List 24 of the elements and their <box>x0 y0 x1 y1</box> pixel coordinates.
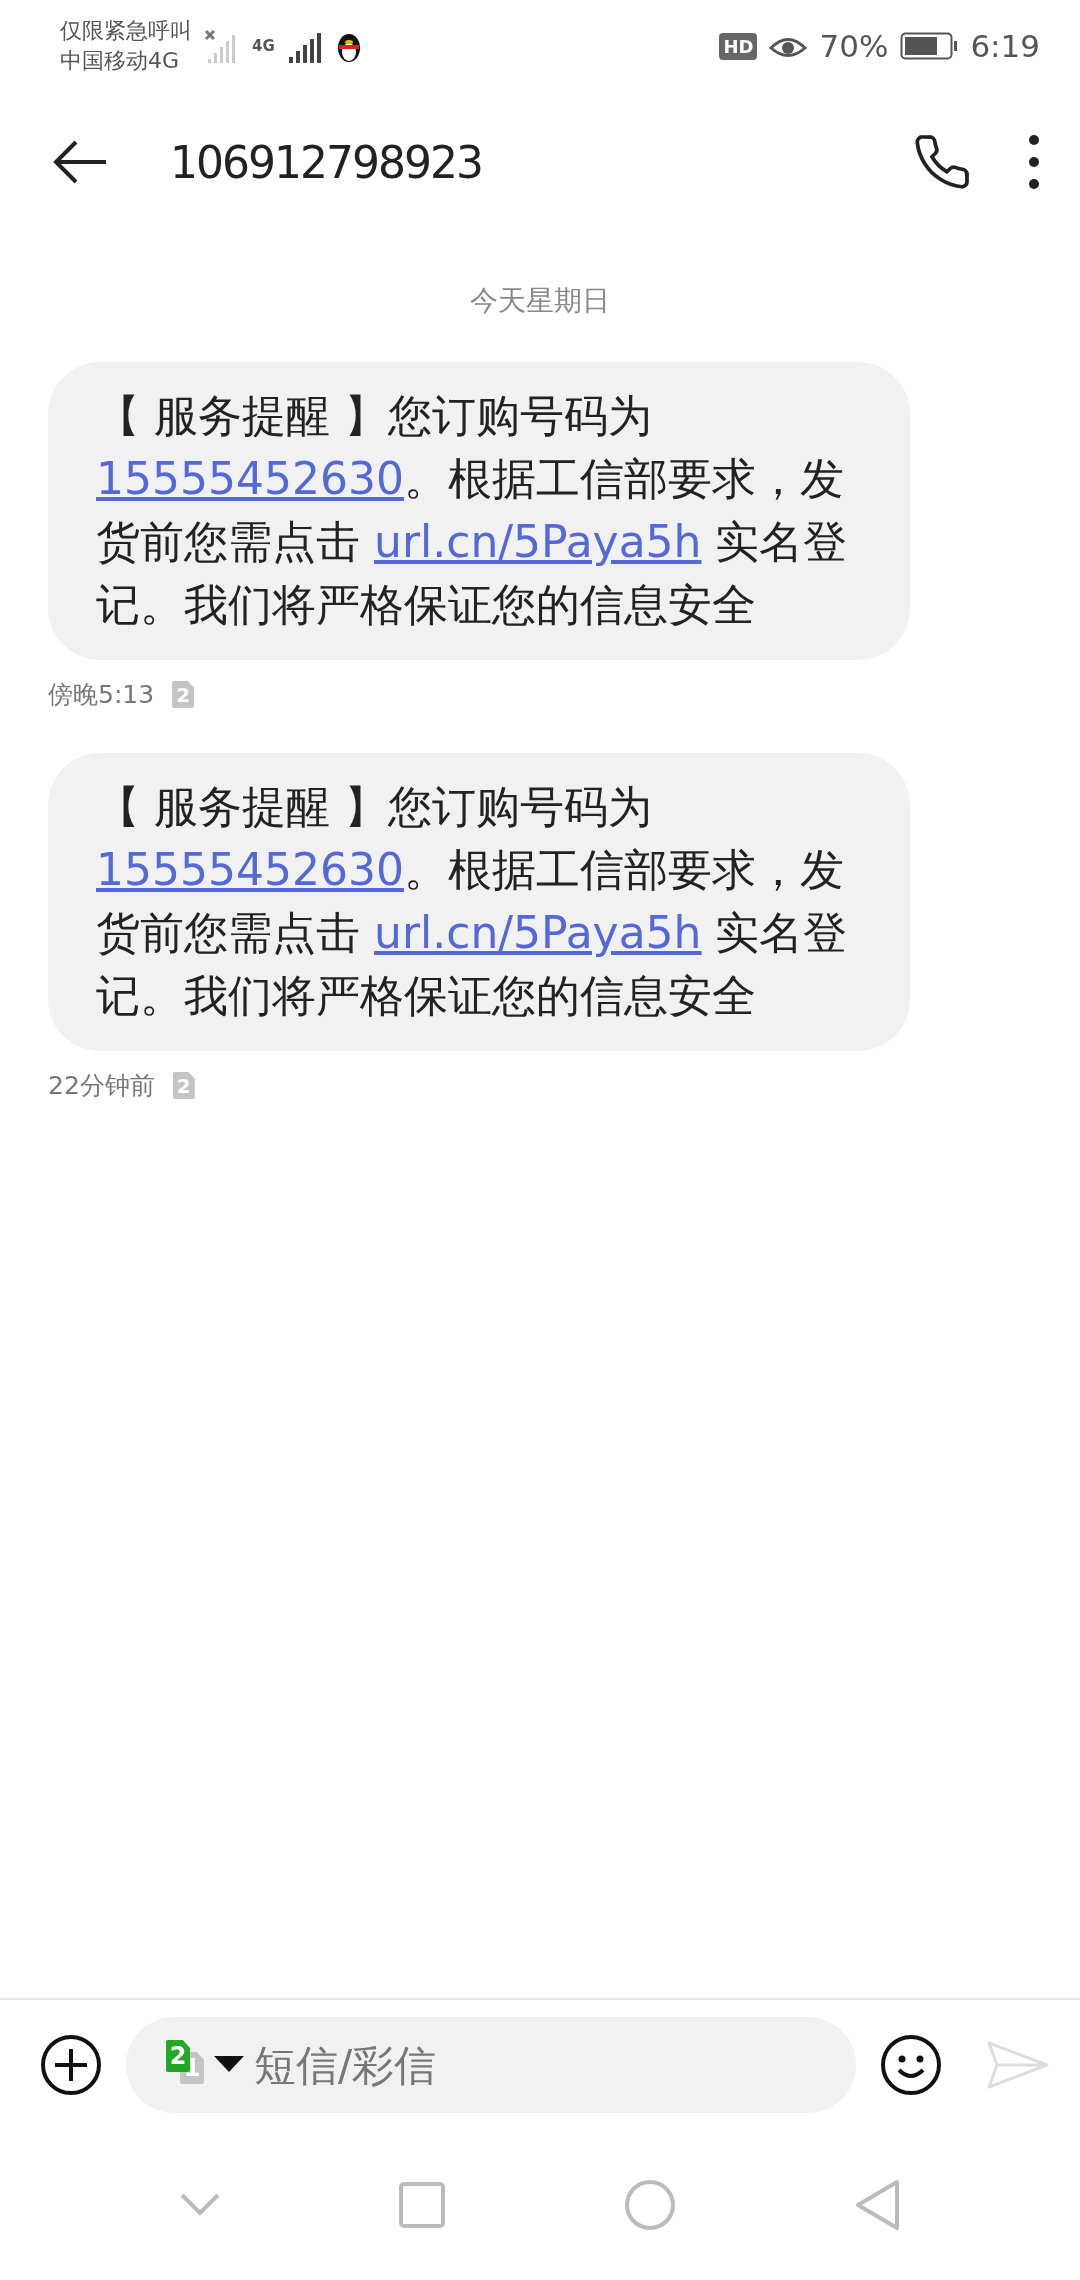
sim-card-icon: 2 <box>172 681 195 708</box>
more-button[interactable] <box>1028 134 1040 190</box>
phone-button[interactable] <box>912 132 972 192</box>
carrier-text: 仅限紧急呼叫 <box>60 17 192 45</box>
battery-icon <box>900 32 959 60</box>
carrier-text: 中国移动4G <box>60 47 181 75</box>
message-text: 【 服务提醒 】您订购号码为 15555452630。根据工信部要求，发货前您需点击 url.cn/5Paya5h 实名登记。我们将严格保证您的信息安全 <box>96 780 849 1023</box>
message-link[interactable]: url.cn/5Paya5h <box>374 907 702 958</box>
message-link[interactable]: url.cn/5Paya5h <box>374 516 702 567</box>
sim-card-icon: 2 <box>172 1072 195 1099</box>
date-label: 今天星期日 <box>470 283 610 319</box>
message-time: 傍晚5:13 <box>48 679 155 711</box>
emoji-button[interactable] <box>880 2034 942 2096</box>
hd-badge: HD <box>719 32 758 60</box>
dropdown-caret-icon[interactable] <box>214 2056 244 2074</box>
add-button[interactable] <box>40 2034 102 2096</box>
clock: 6:19 <box>970 28 1040 64</box>
network-type: 4G <box>252 37 275 55</box>
contact-number: 106912798923 <box>170 136 483 188</box>
battery-percent: 70% <box>819 28 889 64</box>
message-link[interactable]: 15555452630 <box>96 453 404 504</box>
message-time: 22分钟前 <box>48 1070 155 1102</box>
message-link[interactable]: 15555452630 <box>96 844 404 895</box>
message-text: 【 服务提醒 】您订购号码为 15555452630。根据工信部要求，发货前您需点击 url.cn/5Paya5h 实名登记。我们将严格保证您的信息安全 <box>96 389 849 632</box>
